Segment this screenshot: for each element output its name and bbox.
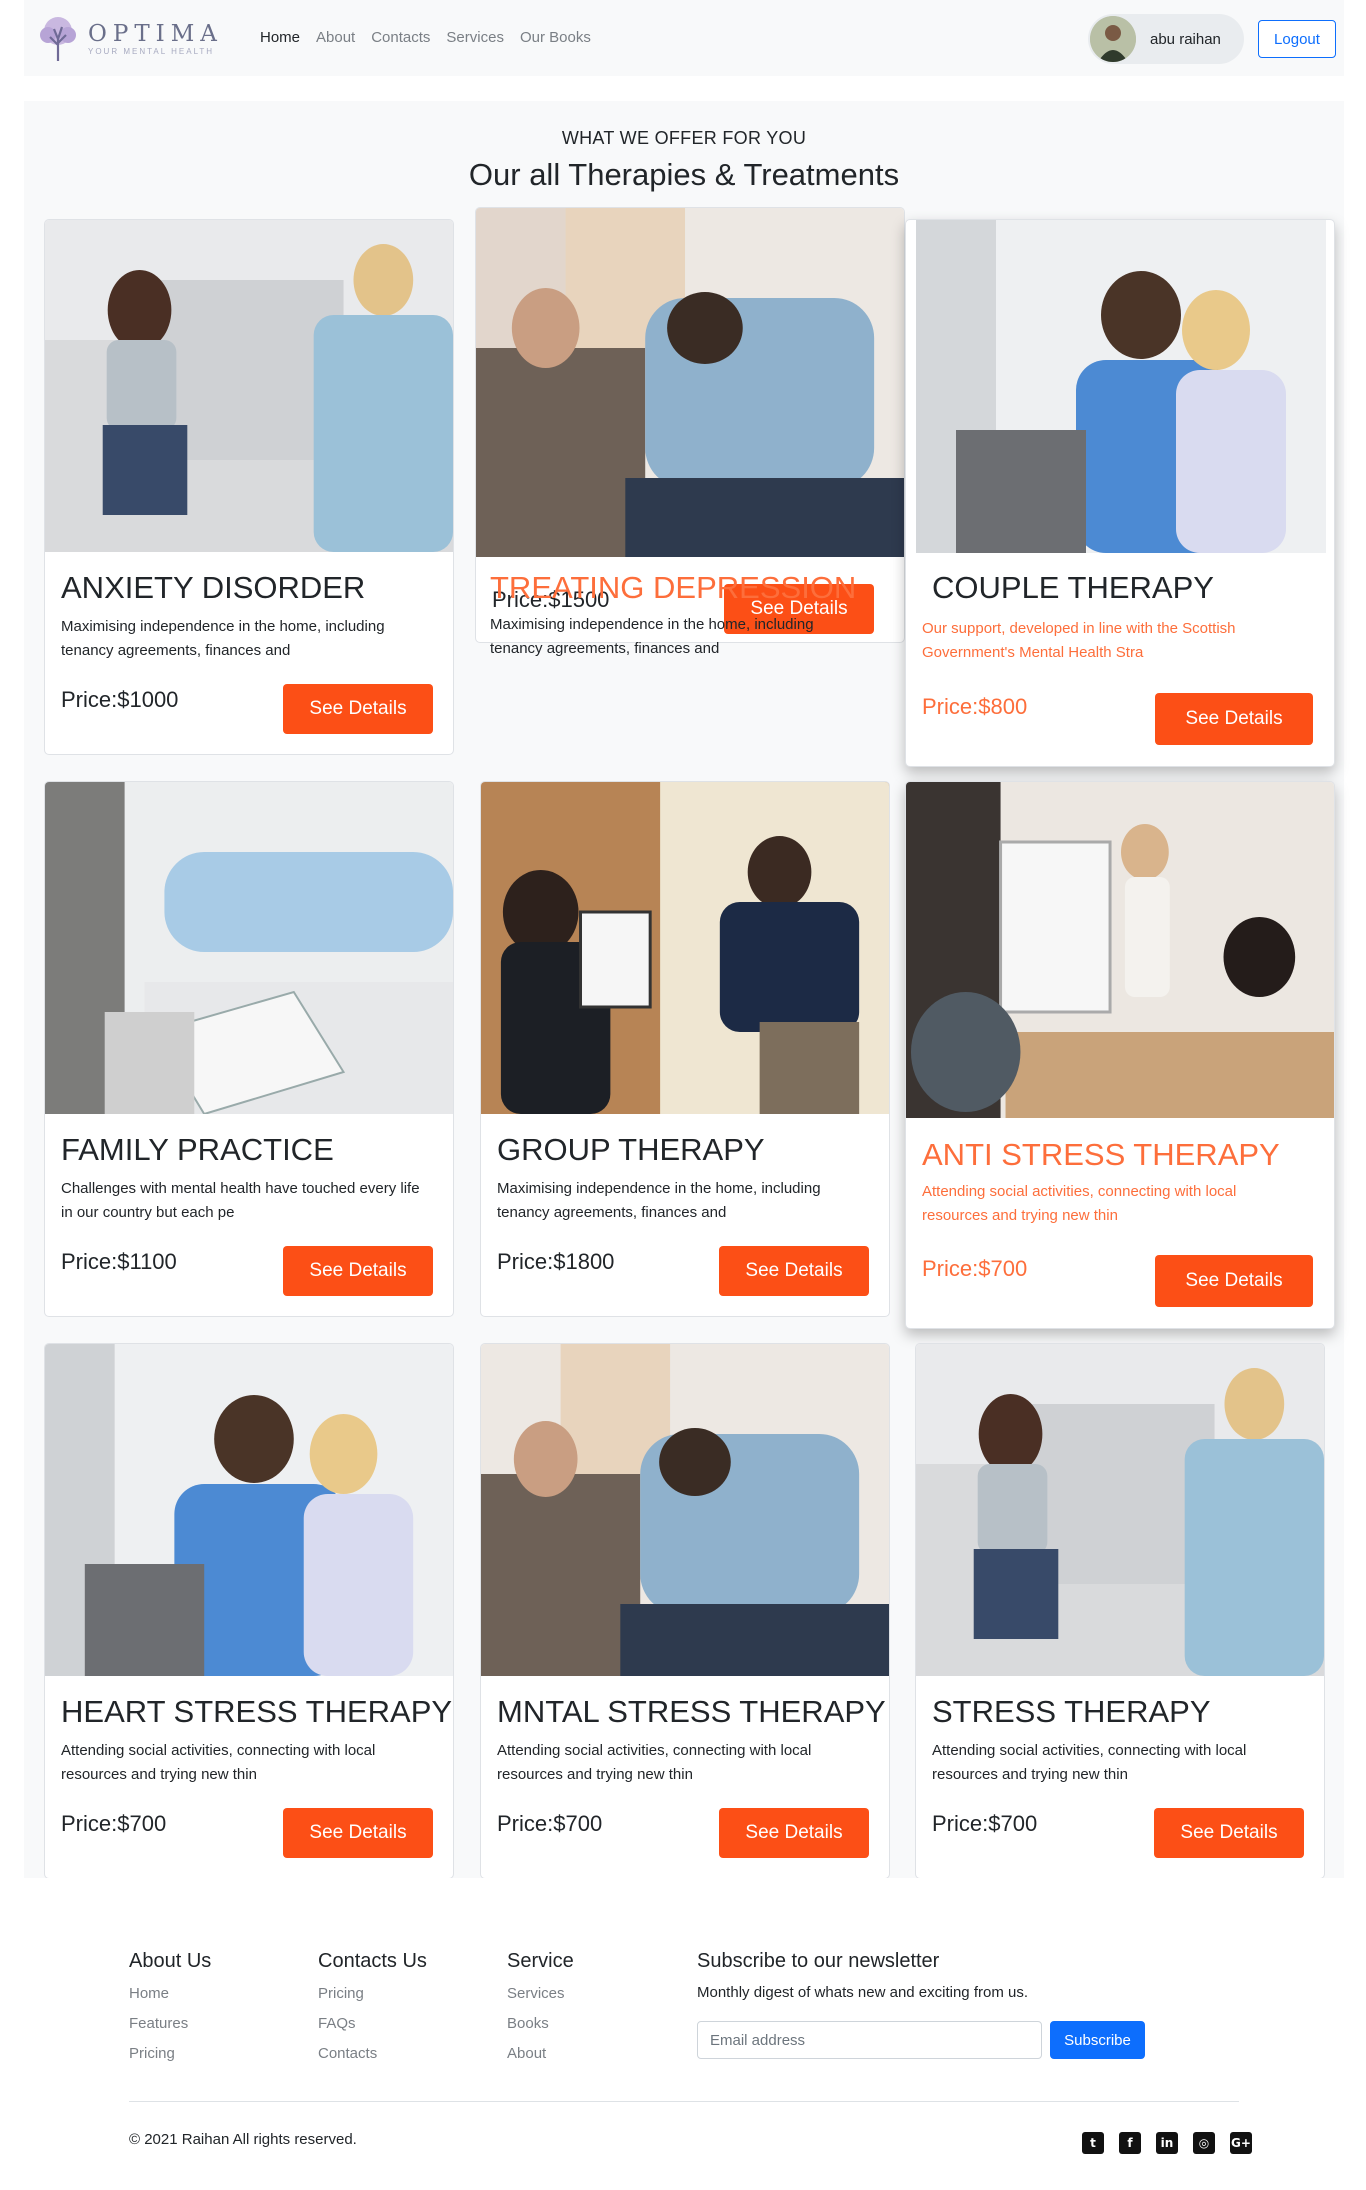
section-title: Our all Therapies & Treatments <box>468 157 900 192</box>
therapy-card[interactable]: STRESS THERAPY Attending social activiti… <box>915 1343 1325 1879</box>
card-description: Attending social activities, connecting … <box>61 1742 376 1783</box>
footer-about-column: About Us Home Features Pricing <box>129 1950 211 2075</box>
card-image <box>481 782 889 1114</box>
card-title: STRESS THERAPY <box>932 1694 1211 1729</box>
footer-divider <box>129 2101 1239 2102</box>
card-image <box>45 220 453 552</box>
card-price: Price:$1000 <box>61 687 179 712</box>
footer-service-column: Service Services Books About <box>507 1950 574 2075</box>
card-title: TREATING DEPRESSION <box>490 570 857 605</box>
card-description: Challenges with mental health have touch… <box>61 1180 420 1221</box>
see-details-button[interactable]: See Details <box>1155 1255 1313 1307</box>
card-description: Attending social activities, connecting … <box>932 1742 1247 1783</box>
google-plus-icon[interactable]: G+ <box>1230 2132 1252 2154</box>
footer-link-faqs[interactable]: FAQs <box>318 2015 427 2032</box>
nav-home[interactable]: Home <box>260 29 300 46</box>
footer-link-contacts[interactable]: Contacts <box>318 2045 427 2062</box>
nav-links: Home About Contacts Services Our Books <box>260 29 607 46</box>
footer-about-title: About Us <box>129 1950 212 1972</box>
footer-link-books[interactable]: Books <box>507 2015 574 2032</box>
avatar <box>1090 16 1136 62</box>
therapy-card[interactable]: GROUP THERAPY Maximising independence in… <box>480 781 890 1317</box>
see-details-button[interactable]: See Details <box>719 1808 869 1858</box>
card-title: ANTI STRESS THERAPY <box>922 1137 1280 1172</box>
nav-about[interactable]: About <box>316 29 355 46</box>
card-description: Maximising independence in the home, inc… <box>497 1180 821 1221</box>
card-price: Price:$700 <box>922 1256 1028 1281</box>
card-image <box>476 208 904 558</box>
card-title: GROUP THERAPY <box>497 1132 765 1167</box>
copyright: © 2021 Raihan All rights reserved. <box>129 2131 357 2148</box>
brand-name: OPTIMA <box>88 21 223 47</box>
card-image <box>45 1344 453 1676</box>
card-image <box>916 220 1326 553</box>
user-name: abu raihan <box>1150 30 1221 48</box>
tree-logo-icon <box>40 17 76 61</box>
instagram-icon[interactable]: ◎ <box>1193 2132 1215 2154</box>
card-description: Maximising independence in the home, inc… <box>61 618 385 659</box>
footer-link-services[interactable]: Services <box>507 1985 574 2002</box>
card-description: Attending social activities, connecting … <box>922 1183 1237 1224</box>
navbar: OPTIMA YOUR MENTAL HEALTH Home About Con… <box>24 0 1344 76</box>
card-description: Maximising independence in the home, inc… <box>490 616 814 657</box>
card-title: HEART STRESS THERAPY <box>61 1694 453 1729</box>
card-price: Price:$700 <box>497 1811 603 1836</box>
nav-services[interactable]: Services <box>446 29 504 46</box>
email-input[interactable] <box>697 2021 1042 2059</box>
card-title: FAMILY PRACTICE <box>61 1132 334 1167</box>
see-details-button[interactable]: See Details <box>1155 693 1313 745</box>
card-image <box>916 1344 1324 1676</box>
services-section: WHAT WE OFFER FOR YOU Our all Therapies … <box>24 101 1344 1879</box>
card-price: Price:$800 <box>922 694 1028 719</box>
card-title: COUPLE THERAPY <box>932 570 1214 605</box>
see-details-button[interactable]: See Details <box>283 684 433 734</box>
card-image <box>45 782 453 1114</box>
card-image <box>481 1344 889 1676</box>
user-profile[interactable]: abu raihan <box>1088 14 1244 64</box>
footer-link-pricing[interactable]: Pricing <box>318 1985 427 2002</box>
see-details-button[interactable]: See Details <box>719 1246 869 1296</box>
nav-contacts[interactable]: Contacts <box>371 29 430 46</box>
brand-tagline: YOUR MENTAL HEALTH <box>88 47 215 56</box>
card-title: MNTAL STRESS THERAPY <box>497 1694 886 1729</box>
footer-service-title: Service <box>507 1950 574 1972</box>
nav-our-books[interactable]: Our Books <box>520 29 591 46</box>
therapy-card[interactable]: ANXIETY DISORDER Maximising independence… <box>44 219 454 755</box>
see-details-button[interactable]: See Details <box>283 1246 433 1296</box>
card-price: Price:$1100 <box>61 1249 177 1274</box>
card-description: Our support, developed in line with the … <box>922 620 1236 661</box>
facebook-icon[interactable]: f <box>1119 2132 1141 2154</box>
footer-contacts-title: Contacts Us <box>318 1950 427 1972</box>
card-image <box>906 782 1334 1118</box>
card-description: Attending social activities, connecting … <box>497 1742 812 1783</box>
brand[interactable]: OPTIMA YOUR MENTAL HEALTH <box>36 15 223 63</box>
social-links: t f in ◎ G+ <box>1067 2132 1252 2154</box>
logout-button[interactable]: Logout <box>1258 20 1336 58</box>
see-details-button[interactable]: See Details <box>283 1808 433 1858</box>
footer: About Us Home Features Pricing Contacts … <box>0 1878 1366 2190</box>
therapy-card[interactable]: ANTI STRESS THERAPY Attending social act… <box>905 781 1335 1329</box>
newsletter-title: Subscribe to our newsletter <box>697 1950 940 1972</box>
section-subtitle: WHAT WE OFFER FOR YOU <box>561 128 807 148</box>
card-price: Price:$700 <box>932 1811 1038 1836</box>
footer-contacts-column: Contacts Us Pricing FAQs Contacts <box>318 1950 427 2075</box>
card-title: ANXIETY DISORDER <box>61 570 366 605</box>
see-details-button[interactable]: See Details <box>1154 1808 1304 1858</box>
therapy-card[interactable]: FAMILY PRACTICE Challenges with mental h… <box>44 781 454 1317</box>
therapy-card[interactable]: HEART STRESS THERAPY Attending social ac… <box>44 1343 454 1879</box>
subscribe-button[interactable]: Subscribe <box>1050 2021 1145 2059</box>
therapy-card[interactable]: MNTAL STRESS THERAPY Attending social ac… <box>480 1343 890 1879</box>
footer-link-features[interactable]: Features <box>129 2015 211 2032</box>
linkedin-icon[interactable]: in <box>1156 2132 1178 2154</box>
footer-link-about[interactable]: About <box>507 2045 574 2062</box>
card-price: Price:$700 <box>61 1811 167 1836</box>
twitter-icon[interactable]: t <box>1082 2132 1104 2154</box>
therapy-card[interactable]: COUPLE THERAPY Our support, developed in… <box>905 219 1335 767</box>
newsletter-description: Monthly digest of whats new and exciting… <box>697 1984 1028 2001</box>
footer-link-pricing[interactable]: Pricing <box>129 2045 211 2062</box>
card-price: Price:$1800 <box>497 1249 615 1274</box>
footer-link-home[interactable]: Home <box>129 1985 211 2002</box>
